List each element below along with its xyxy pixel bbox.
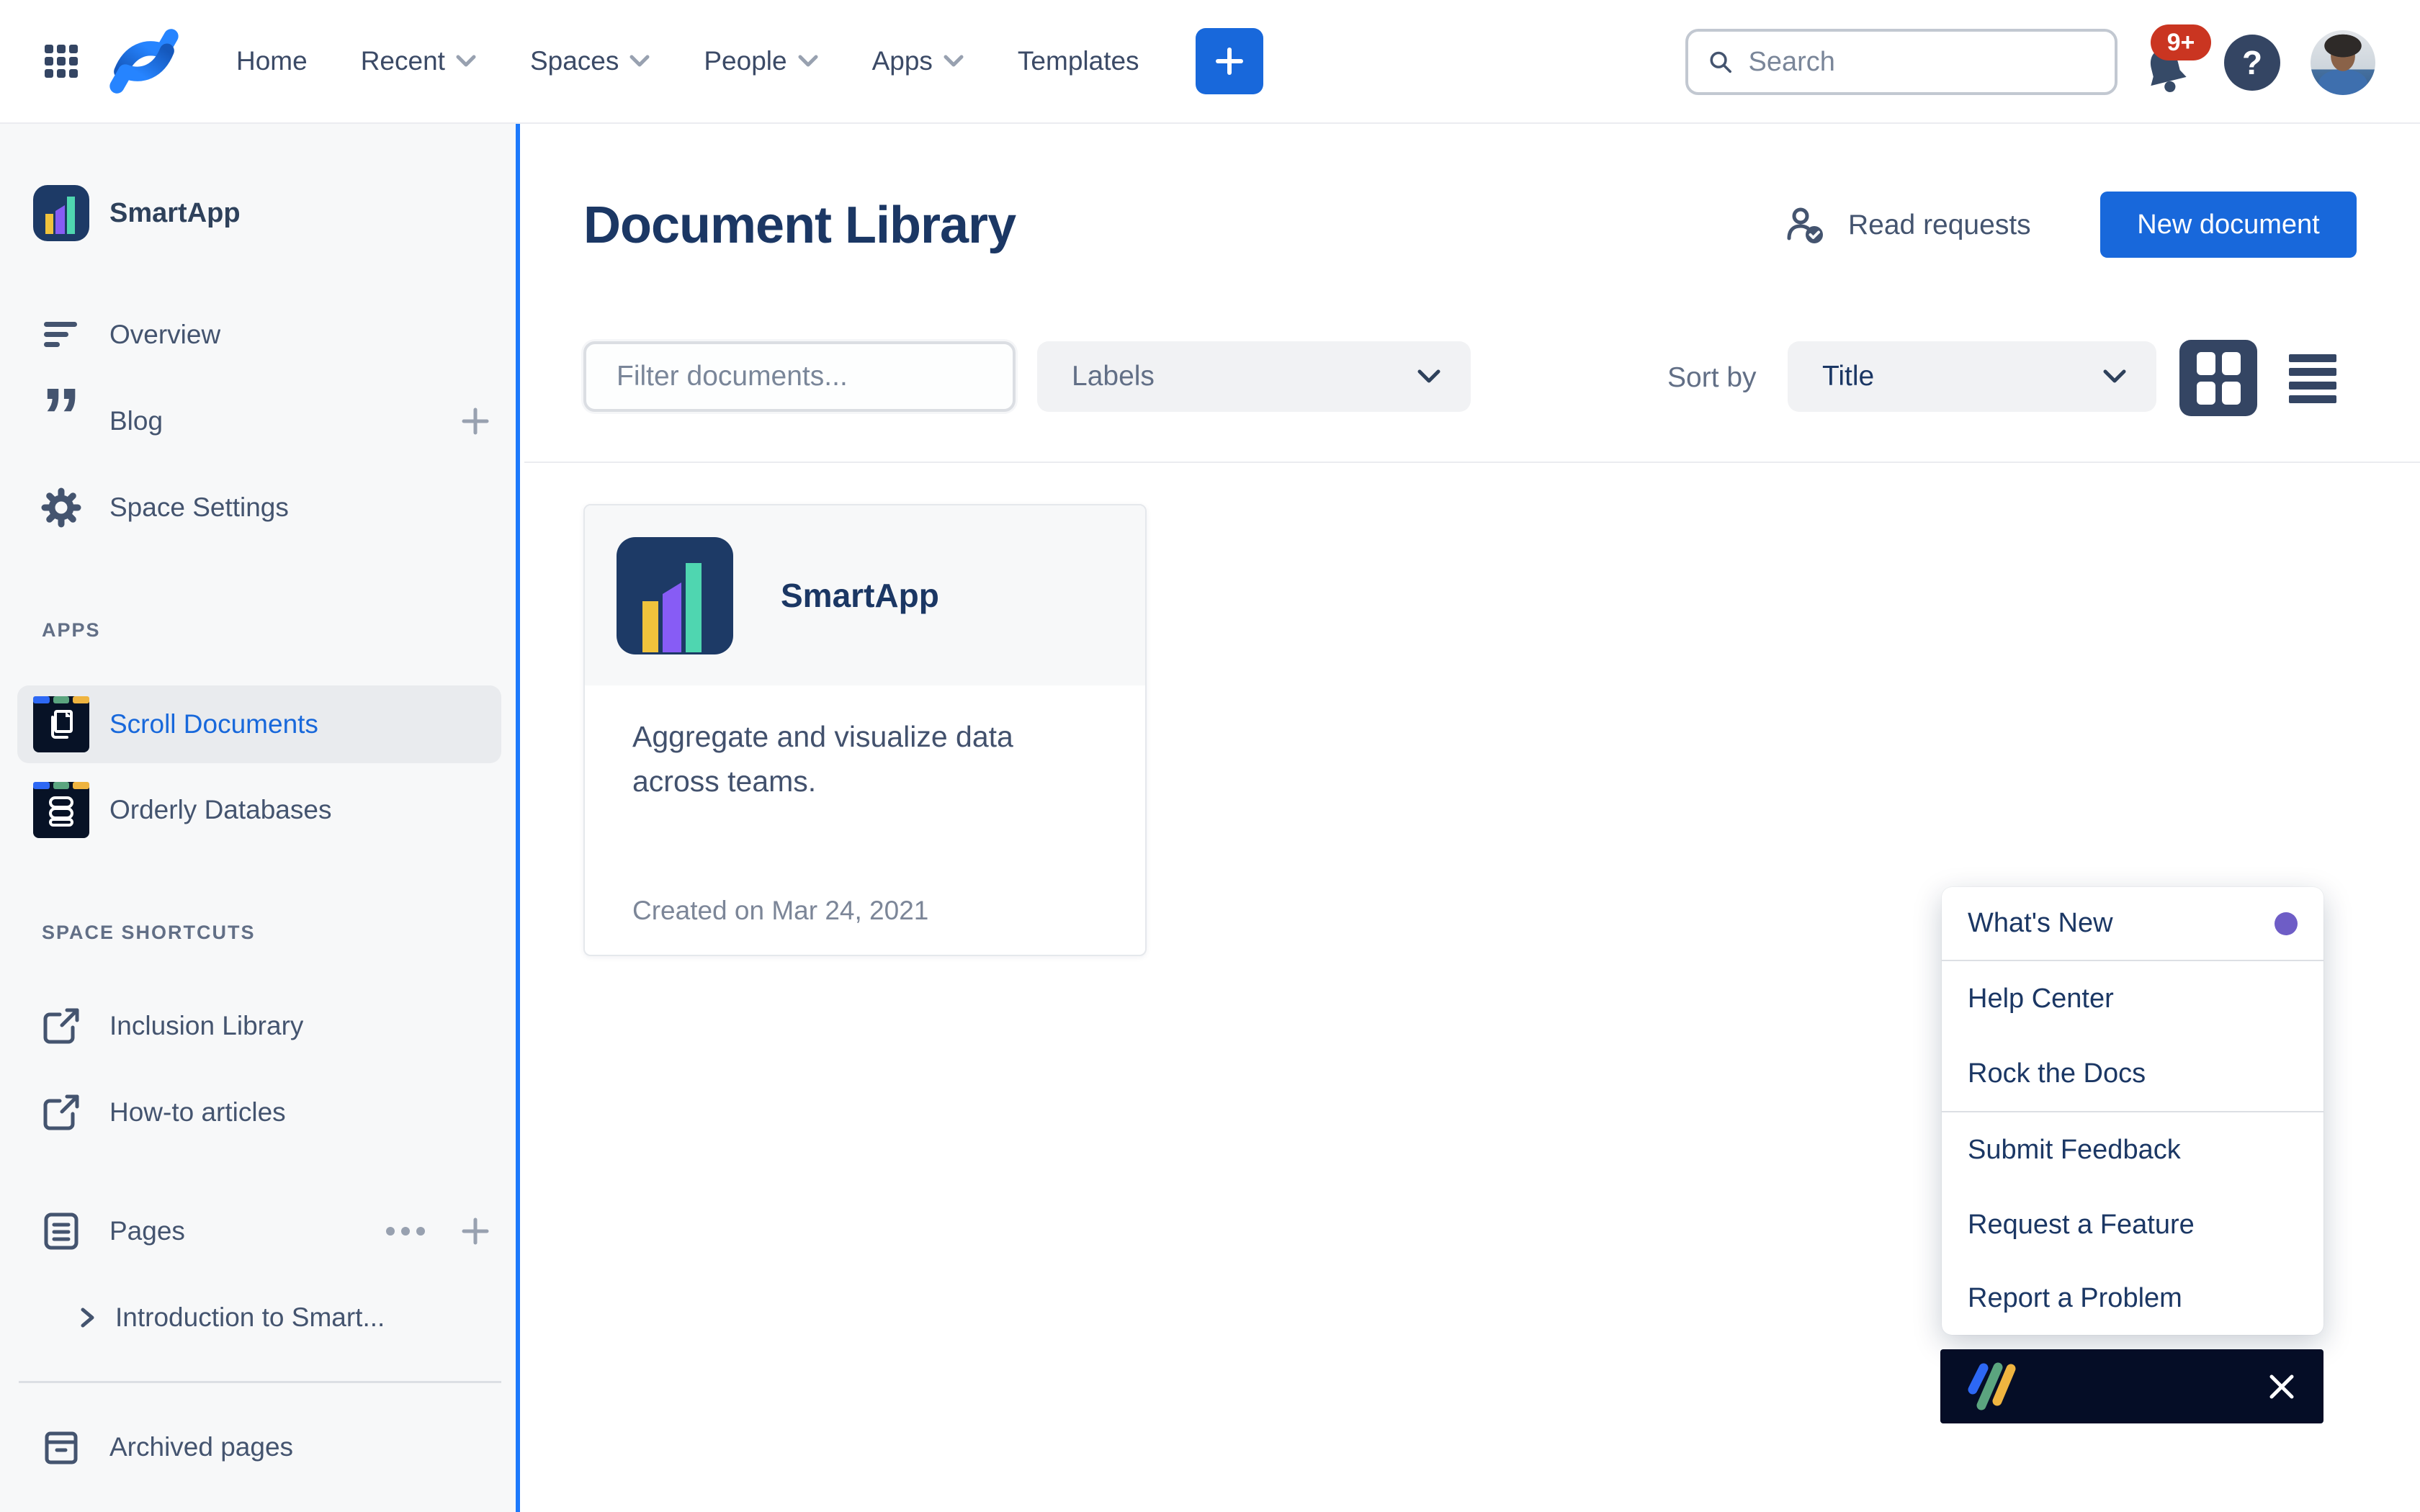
nav-spaces[interactable]: Spaces [530, 46, 650, 76]
labels-filter-dropdown[interactable]: Labels [1037, 341, 1471, 412]
create-button[interactable] [1196, 28, 1263, 94]
grid-icon [2197, 352, 2241, 405]
global-search[interactable] [1685, 29, 2118, 95]
sidebar-item-pages[interactable]: Pages [0, 1202, 516, 1260]
page-title: Document Library [583, 196, 1016, 255]
chevron-down-icon [797, 54, 819, 68]
close-snackbar-button[interactable] [2262, 1367, 2302, 1407]
sidebar-item-archived-pages[interactable]: Archived pages [0, 1418, 516, 1476]
search-icon [1707, 47, 1734, 77]
list-view-toggle[interactable] [2289, 350, 2336, 408]
top-navigation-bar: Home Recent Spaces People Apps [0, 0, 2420, 124]
sidebar-item-scroll-documents[interactable]: Scroll Documents [17, 685, 501, 763]
sidebar-item-inclusion-library[interactable]: Inclusion Library [0, 997, 516, 1055]
confluence-document-library-screen: Home Recent Spaces People Apps [0, 0, 2420, 1512]
nav-apps[interactable]: Apps [872, 46, 964, 76]
help-popup-menu: What's New Help Center Rock the Docs Sub… [1942, 887, 2323, 1335]
close-icon [2266, 1371, 2298, 1403]
primary-nav: Home Recent Spaces People Apps [236, 46, 1139, 76]
read-requests-button[interactable]: Read requests [1785, 200, 2031, 251]
nav-people[interactable]: People [704, 46, 818, 76]
space-sidebar: SmartApp Overview ” Blog [0, 124, 520, 1512]
chevron-down-icon [455, 54, 477, 68]
sidebar-item-orderly-databases[interactable]: Orderly Databases [0, 781, 516, 839]
confluence-logo-icon[interactable] [107, 24, 182, 99]
space-shortcuts-section-label: SPACE SHORTCUTS [42, 922, 256, 944]
chevron-down-icon [943, 54, 964, 68]
menu-item-whats-new[interactable]: What's New [1942, 887, 2323, 960]
apps-section-label: APPS [42, 619, 101, 642]
new-indicator-dot [2275, 912, 2298, 935]
external-link-icon [33, 1004, 89, 1048]
scroll-documents-icon [33, 696, 89, 752]
sidebar-divider [19, 1381, 501, 1383]
space-header[interactable]: SmartApp [0, 176, 516, 251]
page-icon [33, 1210, 89, 1252]
chevron-down-icon [1416, 368, 1442, 385]
nav-recent[interactable]: Recent [361, 46, 477, 76]
menu-item-report-a-problem[interactable]: Report a Problem [1942, 1262, 2323, 1335]
chevron-down-icon [2102, 368, 2128, 385]
card-title: SmartApp [781, 576, 939, 615]
help-button[interactable]: ? [2224, 35, 2280, 91]
document-card-smartapp[interactable]: SmartApp Aggregate and visualize data ac… [583, 504, 1147, 956]
content-divider [524, 462, 2420, 463]
plus-icon [1214, 45, 1245, 77]
sidebar-item-overview[interactable]: Overview [0, 306, 516, 364]
menu-item-submit-feedback[interactable]: Submit Feedback [1942, 1112, 2323, 1187]
nav-home[interactable]: Home [236, 46, 308, 76]
user-avatar[interactable] [2311, 30, 2375, 95]
sidebar-item-space-settings[interactable]: Space Settings [0, 479, 516, 536]
menu-item-request-a-feature[interactable]: Request a Feature [1942, 1187, 2323, 1262]
new-document-button[interactable]: New document [2100, 192, 2357, 258]
card-created-date: Created on Mar 24, 2021 [632, 896, 928, 926]
app-switcher-icon[interactable] [45, 45, 78, 78]
sort-by-label: Sort by [1667, 362, 1757, 394]
card-header: SmartApp [585, 505, 1145, 685]
filter-documents-input[interactable] [583, 341, 1016, 412]
orderly-databases-icon [33, 782, 89, 838]
external-link-icon [33, 1091, 89, 1134]
nav-templates[interactable]: Templates [1018, 46, 1139, 76]
gear-icon [33, 486, 89, 529]
sidebar-item-introduction-page[interactable]: Introduction to Smart... [0, 1289, 516, 1346]
menu-item-help-center[interactable]: Help Center [1942, 961, 2323, 1036]
k15t-logo-icon [1962, 1358, 2018, 1416]
add-page-icon[interactable] [461, 1217, 490, 1246]
add-blog-icon[interactable] [461, 407, 490, 436]
space-name: SmartApp [109, 198, 241, 229]
vendor-snackbar [1940, 1349, 2323, 1423]
search-input[interactable] [1749, 47, 2096, 78]
align-left-icon [33, 320, 89, 349]
grid-view-toggle[interactable] [2179, 340, 2257, 416]
person-check-icon [1785, 205, 1825, 246]
question-mark-icon: ? [2242, 43, 2262, 82]
sidebar-item-howto-articles[interactable]: How-to articles [0, 1084, 516, 1141]
quote-icon: ” [33, 407, 89, 436]
smartapp-document-icon [617, 537, 733, 654]
more-actions-icon[interactable] [386, 1227, 425, 1236]
space-avatar-icon [33, 185, 89, 241]
sort-dropdown[interactable]: Title [1788, 341, 2156, 412]
notifications-button[interactable]: 9+ [2138, 13, 2217, 107]
archive-box-icon [33, 1426, 89, 1468]
card-description: Aggregate and visualize data across team… [632, 714, 1057, 804]
chevron-down-icon [629, 54, 650, 68]
sidebar-item-blog[interactable]: ” Blog [0, 392, 516, 450]
list-icon [2289, 354, 2336, 362]
chevron-right-icon[interactable] [78, 1305, 97, 1330]
notification-count-badge: 9+ [2151, 24, 2211, 60]
menu-item-rock-the-docs[interactable]: Rock the Docs [1942, 1036, 2323, 1111]
